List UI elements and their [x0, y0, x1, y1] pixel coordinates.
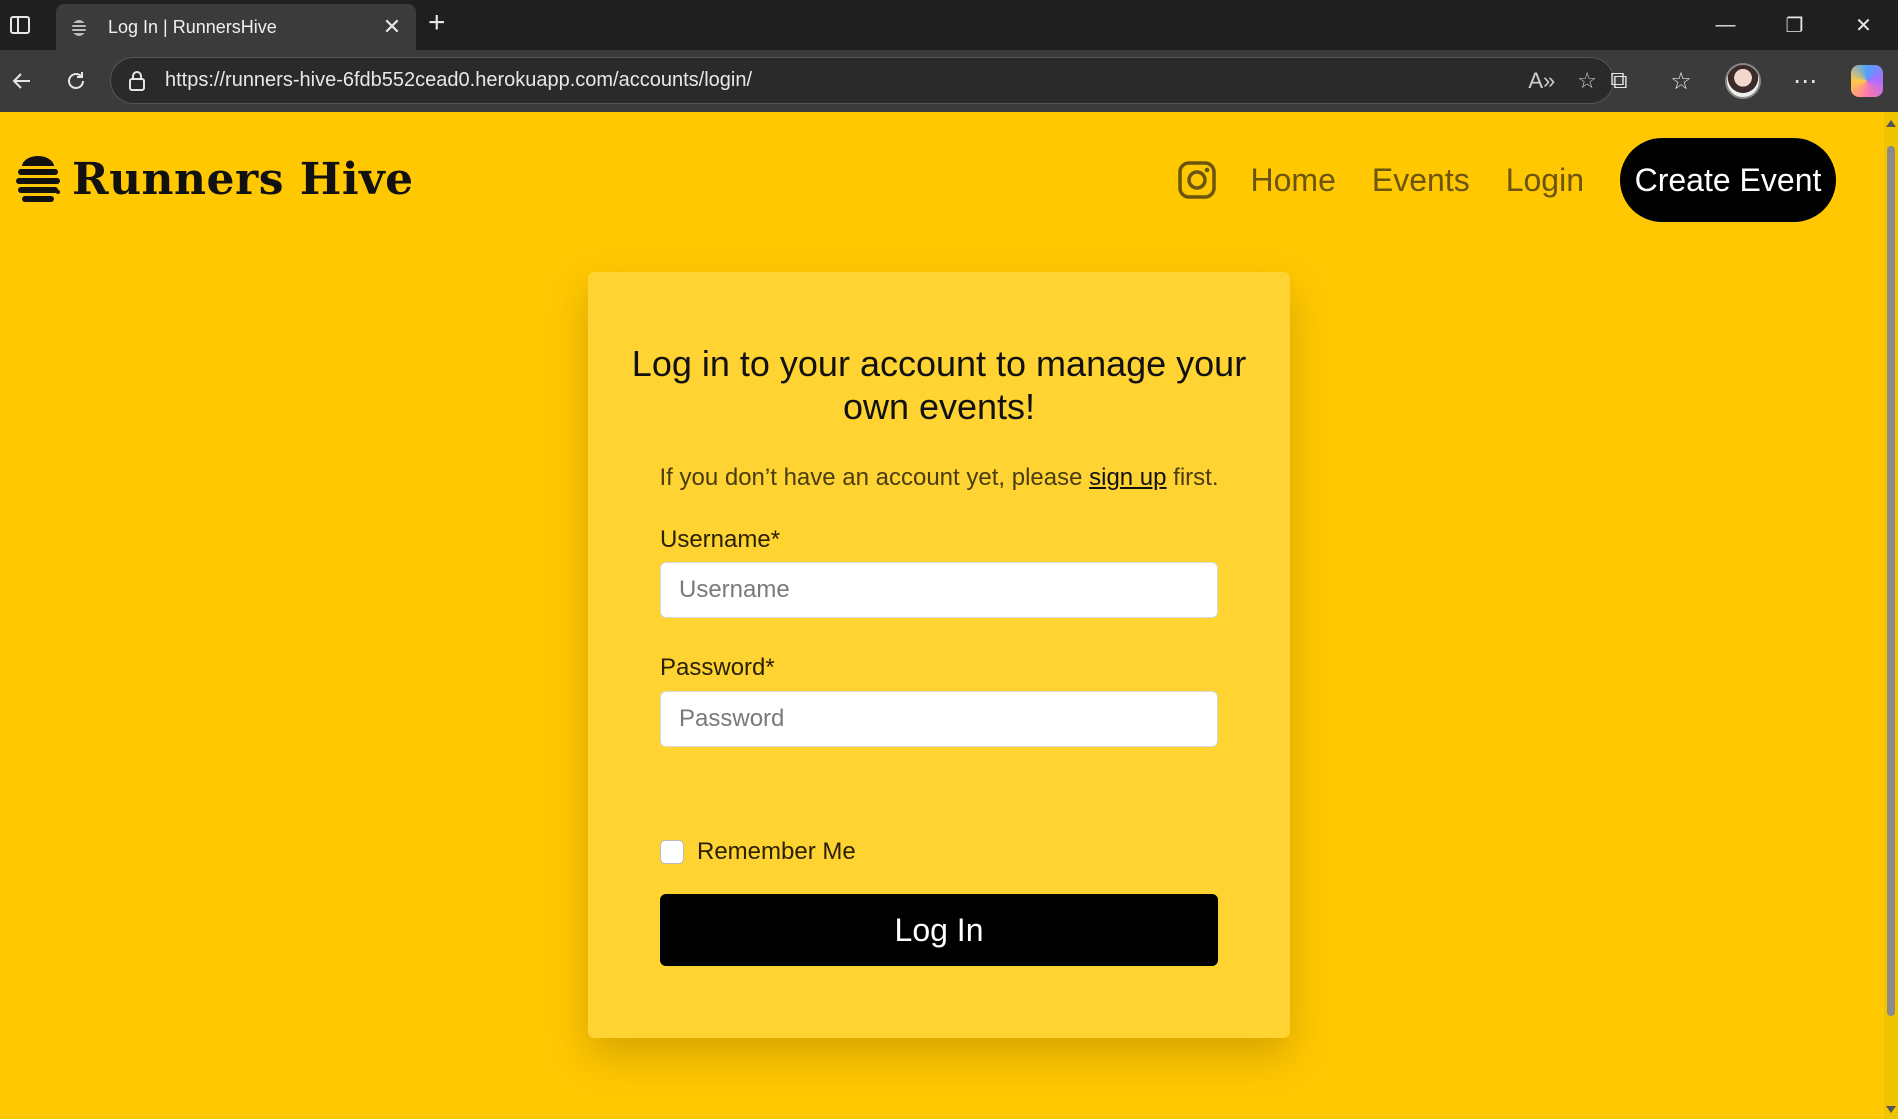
back-arrow-icon — [12, 73, 30, 89]
nav-link-events[interactable]: Events — [1372, 162, 1470, 199]
browser-titlebar: Log In | RunnersHive ✕ + — ❐ ✕ — [0, 0, 1898, 50]
copilot-button[interactable] — [1836, 50, 1898, 112]
browser-tab-active[interactable]: Log In | RunnersHive ✕ — [56, 4, 416, 50]
username-label: Username* — [660, 526, 781, 553]
copilot-icon — [1851, 65, 1883, 97]
reload-button[interactable] — [56, 61, 96, 101]
favorites-icon[interactable]: ☆ — [1650, 50, 1712, 112]
remember-me-label[interactable]: Remember Me — [697, 838, 856, 866]
profile-button[interactable] — [1712, 50, 1774, 112]
nav-links: Home Events Login Create Event — [1177, 138, 1836, 222]
close-window-button[interactable]: ✕ — [1829, 0, 1898, 50]
signup-prompt: If you don’t have an account yet, please… — [648, 460, 1230, 496]
browser-toolbar: https://runners-hive-6fdb552cead0.heroku… — [0, 50, 1898, 112]
tab-close-icon[interactable]: ✕ — [380, 14, 404, 40]
scroll-down-icon[interactable] — [1886, 1106, 1896, 1113]
avatar — [1725, 63, 1761, 99]
address-bar[interactable]: https://runners-hive-6fdb552cead0.heroku… — [110, 57, 1614, 104]
restore-button[interactable]: ❐ — [1760, 0, 1829, 50]
beehive-logo-icon — [16, 156, 60, 202]
scrollbar-thumb[interactable] — [1887, 146, 1895, 1016]
new-tab-button[interactable]: + — [428, 6, 446, 40]
brand-name: Runners Hive — [72, 153, 414, 205]
read-aloud-icon[interactable]: A» — [1528, 68, 1555, 94]
signup-prompt-tail: first. — [1173, 464, 1219, 491]
password-label: Password* — [660, 654, 775, 681]
hive-favicon-icon — [68, 16, 90, 38]
instagram-icon[interactable] — [1177, 160, 1217, 200]
page-scrollbar[interactable] — [1884, 112, 1898, 1119]
back-button[interactable] — [2, 61, 42, 101]
lock-icon — [127, 70, 147, 91]
login-submit-button[interactable]: Log In — [660, 894, 1218, 966]
sidebar-toggle-button[interactable] — [0, 0, 40, 50]
login-card: Log in to your account to manage your ow… — [588, 272, 1290, 1038]
page: Runners Hive Home Events Login Create Ev… — [0, 112, 1884, 1119]
remember-me-row: Remember Me — [660, 838, 856, 866]
nav-link-home[interactable]: Home — [1251, 162, 1336, 199]
nav-link-login[interactable]: Login — [1506, 162, 1584, 199]
brand[interactable]: Runners Hive — [14, 152, 414, 206]
minimize-button[interactable]: — — [1691, 0, 1760, 50]
login-heading: Log in to your account to manage your ow… — [631, 343, 1247, 427]
scroll-up-icon[interactable] — [1886, 120, 1896, 127]
signup-prompt-text: If you don’t have an account yet, please — [659, 464, 1083, 491]
username-input[interactable] — [660, 562, 1218, 618]
url-text[interactable]: https://runners-hive-6fdb552cead0.heroku… — [165, 69, 1528, 92]
reload-icon — [68, 72, 84, 89]
sidebar-toggle-icon — [10, 16, 30, 34]
signup-link[interactable]: sign up — [1089, 464, 1166, 491]
more-menu-icon[interactable]: ⋯ — [1774, 50, 1836, 112]
create-event-button[interactable]: Create Event — [1620, 138, 1836, 222]
remember-me-checkbox[interactable] — [660, 840, 684, 864]
extensions-icon[interactable]: ⧉ — [1588, 50, 1650, 112]
password-input[interactable] — [660, 691, 1218, 747]
window-controls: — ❐ ✕ — [1691, 0, 1898, 50]
tab-title: Log In | RunnersHive — [108, 16, 277, 37]
site-navbar: Runners Hive Home Events Login Create Ev… — [0, 112, 1884, 242]
